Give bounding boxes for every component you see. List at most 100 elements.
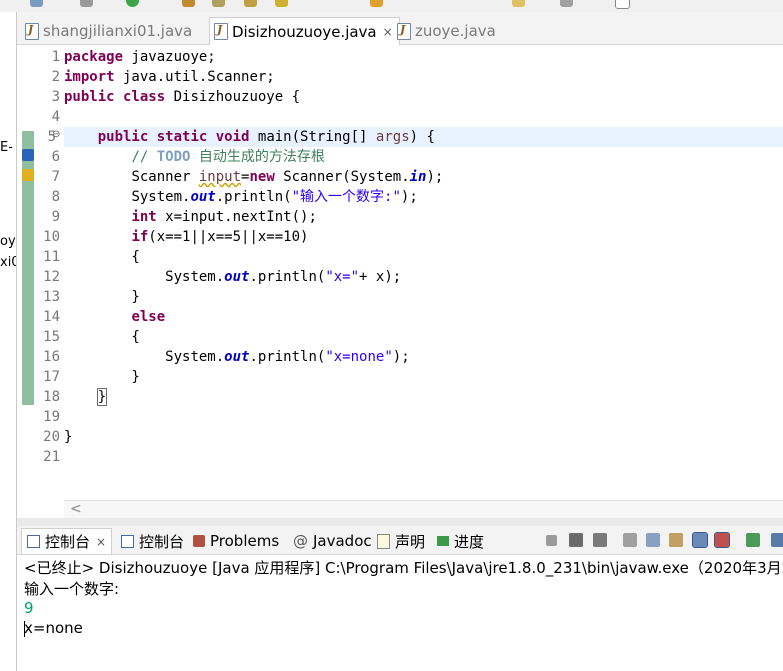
horizontal-scrollbar[interactable]: < [64,500,783,519]
code-line: public class Disizhouzuoye { [64,89,301,105]
tab-label: zuoye.java [415,22,496,40]
package-explorer-edge: E- oy xi0 [0,12,17,671]
java-file-icon [25,22,39,40]
console-tab-bar: 控制台 × 控制台 Problems @ Javadoc 声明 进度 [17,526,783,555]
code-line: } [64,429,73,445]
show-on-stdout-icon[interactable] [692,532,708,548]
code-line: { [64,329,140,345]
toolbar-annotation-icon[interactable] [244,0,257,7]
code-line: { [64,249,140,265]
line-number: 14 [43,309,60,325]
line-number: 13 [43,289,60,305]
console-icon [121,534,134,548]
remove-all-launches-icon[interactable] [593,533,607,547]
line-number: 3 [51,89,60,105]
matched-brace: } [96,388,108,406]
code-line: } [64,289,140,305]
toolbar-back-icon[interactable] [512,0,525,7]
toolbar-next-annotation-icon[interactable] [275,0,288,7]
toolbar-print-icon[interactable] [80,0,93,7]
code-line: System.out.println("输入一个数字:"); [131,189,418,205]
toolbar-forward-icon[interactable] [560,0,573,7]
java-file-icon [214,23,228,40]
tab-javadoc[interactable]: @ Javadoc [293,530,372,552]
scroll-left-icon[interactable]: < [70,501,82,517]
line-number: 6 [51,149,60,165]
line-number: 18 [43,389,60,405]
tab-label: Javadoc [313,532,372,550]
at-icon: @ [293,532,308,550]
progress-icon [437,536,449,546]
console-output[interactable]: <已终止> Disizhouzuoye [Java 应用程序] C:\Progr… [17,555,783,671]
tab-problems[interactable]: Problems [193,530,279,552]
line-number: 16 [43,349,60,365]
toolbar-run-icon[interactable] [126,0,139,7]
toolbar-perspective-icon[interactable] [615,0,630,9]
line-number: 7 [51,169,60,185]
line-number: 12 [43,269,60,285]
tab-label: 进度 [454,532,485,551]
current-code-line: public static void main(String[] args) { [64,127,783,147]
tab-label: Disizhouzuoye.java [232,22,377,41]
tab-label: Problems [210,532,280,550]
toolbar-wand-icon[interactable] [370,0,383,7]
code-editor[interactable]: 1 2 3 4 5 6 7 8 9 10 11 12 13 14 15 16 1… [17,45,783,519]
line-number: 17 [43,369,60,385]
code-line: if(x==1||x==5||x==10) [131,229,309,245]
word-wrap-icon[interactable] [669,533,683,547]
code-line: import java.util.Scanner; [64,69,275,85]
problems-icon [193,535,205,547]
remove-launch-icon[interactable] [569,533,583,547]
declaration-icon [377,533,390,549]
line-number: 5 [47,129,56,145]
explorer-fragment[interactable]: oy [0,234,16,249]
toolbar-search-icon[interactable] [212,0,225,7]
tab-label: shangjilianxi01.java [43,22,193,40]
code-line: System.out.println("x=none"); [165,349,410,365]
line-number: 1 [51,49,60,65]
tab-console-active[interactable]: 控制台 × [21,528,113,554]
java-file-icon [397,22,411,40]
code-line: else [131,309,166,325]
tab-label: 控制台 [45,533,91,551]
code-line: int x=input.nextInt(); [131,209,317,225]
tab-shangjilianxi01[interactable]: shangjilianxi01.java [25,18,192,44]
display-console-icon[interactable] [771,533,783,547]
tab-label: 声明 [395,532,426,551]
line-number: 9 [51,209,60,225]
clear-console-icon[interactable] [623,533,637,547]
line-number: 10 [43,229,60,245]
fold-toggle-icon[interactable]: ⊖ [52,129,60,140]
line-number: 2 [51,69,60,85]
tab-declaration[interactable]: 声明 [377,530,425,552]
line-number: 19 [43,409,60,425]
tab-zuoye[interactable]: zuoye.java [397,18,496,44]
tab-disizhouzuoye[interactable]: Disizhouzuoye.java × [209,17,400,45]
console-icon [27,535,40,548]
terminate-icon[interactable] [546,535,557,546]
line-number: 15 [43,329,60,345]
line-number: 8 [51,189,60,205]
tab-console[interactable]: 控制台 [121,530,184,552]
line-number: 4 [51,109,60,125]
close-icon[interactable]: × [96,535,106,549]
code-line: System.out.println("x="+ x); [165,269,402,285]
code-line: } [64,387,108,407]
pin-console-icon[interactable] [746,533,760,547]
show-on-stderr-icon[interactable] [714,532,730,548]
explorer-fragment[interactable]: E- [0,140,13,155]
explorer-fragment[interactable]: xi0 [0,255,16,270]
terminated-status: <已终止> Disizhouzuoye [Java 应用程序] C:\Progr… [24,559,783,577]
line-number: 20 [43,429,60,445]
line-number-ruler: 1 2 3 4 5 6 7 8 9 10 11 12 13 14 15 16 1… [34,45,64,495]
tab-progress[interactable]: 进度 [437,530,484,552]
close-icon[interactable]: × [383,25,393,39]
output-line: 输入一个数字: [24,580,120,598]
toolbar-open-type-icon[interactable] [182,0,195,7]
line-number: 21 [43,449,60,465]
toolbar-save-icon[interactable] [30,0,43,7]
scroll-lock-icon[interactable] [646,533,660,547]
code-text-area[interactable]: package javazuoye; import java.util.Scan… [64,45,783,495]
tab-label: 控制台 [139,532,185,551]
panel-splitter[interactable] [17,518,783,526]
